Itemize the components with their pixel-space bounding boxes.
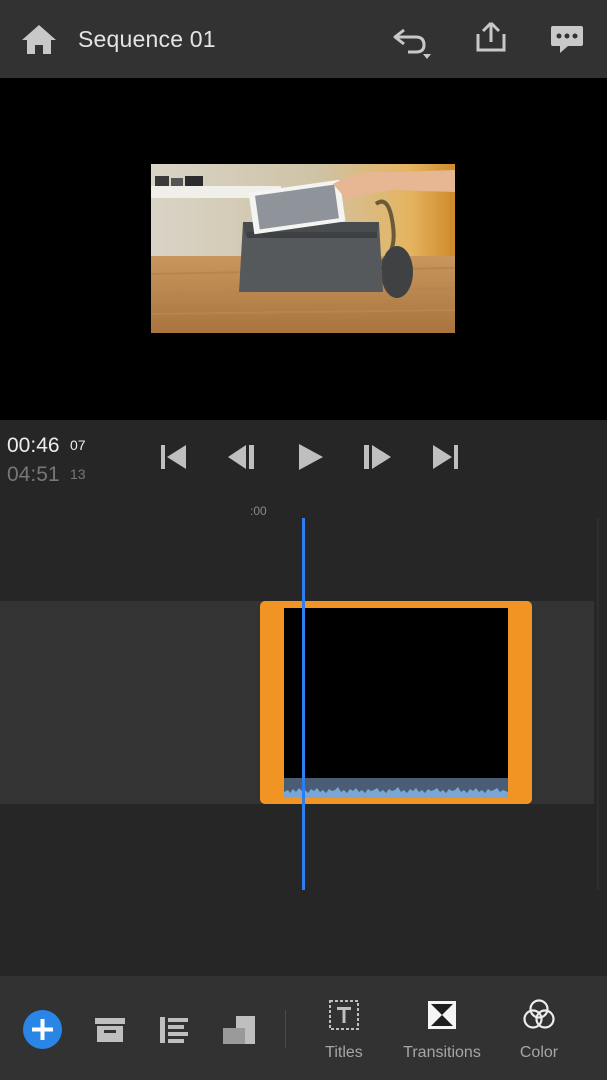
current-timecode: 00:46 bbox=[7, 434, 60, 457]
video-preview-frame bbox=[151, 164, 455, 333]
program-monitor[interactable] bbox=[0, 78, 607, 420]
timeline-scrollbar[interactable] bbox=[597, 518, 599, 890]
home-icon bbox=[22, 25, 56, 54]
app-header: Sequence 01 bbox=[0, 0, 607, 78]
share-button[interactable] bbox=[472, 20, 510, 56]
play-button[interactable] bbox=[295, 442, 327, 472]
titles-icon bbox=[329, 1000, 359, 1030]
sequence-title[interactable]: Sequence 01 bbox=[78, 26, 216, 53]
bottom-toolbar: Titles Transitions Color bbox=[0, 976, 607, 1080]
aspect-ratio-icon bbox=[223, 1016, 255, 1044]
undo-icon bbox=[393, 28, 431, 59]
timeline-ruler-label: :00 bbox=[250, 504, 267, 518]
step-back-icon bbox=[228, 445, 254, 469]
comments-button[interactable] bbox=[548, 22, 586, 58]
share-icon bbox=[476, 21, 506, 52]
go-to-end-button[interactable] bbox=[430, 442, 462, 472]
step-back-button[interactable] bbox=[226, 442, 258, 472]
current-timecode-frames: 07 bbox=[70, 437, 86, 453]
toolbar-divider bbox=[285, 1010, 286, 1048]
play-icon bbox=[299, 444, 323, 470]
color-label: Color bbox=[519, 1044, 559, 1061]
transitions-label: Transitions bbox=[403, 1044, 481, 1061]
step-forward-icon bbox=[364, 445, 391, 469]
titles-label: Titles bbox=[325, 1044, 363, 1061]
go-to-start-button[interactable] bbox=[158, 442, 190, 472]
aspect-ratio-button[interactable] bbox=[221, 1012, 257, 1048]
total-duration-frames: 13 bbox=[70, 466, 86, 482]
titles-button[interactable]: Titles bbox=[320, 998, 368, 1068]
selected-clip[interactable] bbox=[260, 601, 532, 804]
tracks-icon bbox=[160, 1017, 188, 1043]
step-forward-button[interactable] bbox=[361, 442, 393, 472]
timeline[interactable]: :00 bbox=[0, 498, 607, 976]
plus-icon bbox=[32, 1019, 53, 1040]
tracks-panel-button[interactable] bbox=[156, 1012, 192, 1048]
clip-video-thumbnail bbox=[284, 608, 508, 778]
clip-audio-waveform bbox=[284, 778, 508, 798]
go-to-end-icon bbox=[433, 445, 458, 469]
go-to-start-icon bbox=[161, 445, 186, 469]
total-duration: 04:51 bbox=[7, 463, 60, 486]
transitions-icon bbox=[428, 1001, 456, 1029]
comment-icon bbox=[551, 26, 583, 53]
project-panel-icon bbox=[95, 1018, 125, 1042]
transitions-button[interactable]: Transitions bbox=[400, 998, 484, 1068]
playhead[interactable] bbox=[302, 518, 305, 890]
project-panel-button[interactable] bbox=[92, 1012, 128, 1048]
transport-bar: 00:46 07 04:51 13 bbox=[0, 420, 607, 498]
add-media-button[interactable] bbox=[23, 1010, 62, 1049]
home-button[interactable] bbox=[20, 22, 58, 58]
undo-button[interactable] bbox=[390, 22, 436, 60]
color-icon bbox=[523, 999, 555, 1029]
color-button[interactable]: Color bbox=[514, 998, 564, 1068]
